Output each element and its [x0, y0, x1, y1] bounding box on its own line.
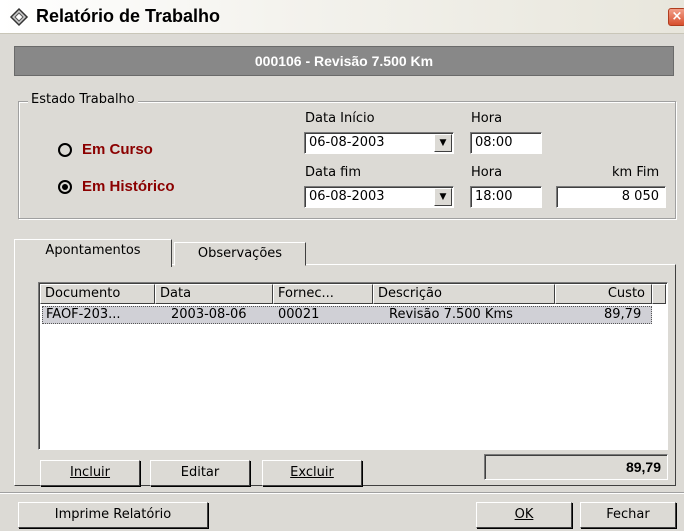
- data-fim-combo[interactable]: 06-08-2003: [304, 186, 454, 208]
- radio-em-curso-label[interactable]: Em Curso: [82, 141, 153, 158]
- window-title: Relatório de Trabalho: [36, 6, 221, 26]
- table-row[interactable]: [42, 306, 652, 324]
- cell-data: 2003-08-06: [171, 307, 247, 322]
- column-header-filler: [652, 284, 666, 304]
- column-header-data[interactable]: Data: [155, 284, 273, 304]
- group-legend: Estado Trabalho: [28, 92, 138, 107]
- column-header-descricao[interactable]: Descrição: [373, 284, 555, 304]
- close-button[interactable]: ×: [668, 8, 684, 26]
- ok-button[interactable]: OK: [476, 502, 572, 528]
- chevron-down-icon[interactable]: ▼: [434, 188, 452, 206]
- cell-documento: FAOF-203...: [46, 307, 121, 322]
- radio-em-historico-label[interactable]: Em Histórico: [82, 178, 175, 195]
- hora-fim-label: Hora: [471, 165, 503, 180]
- hora-inicio-input[interactable]: 08:00: [470, 132, 542, 154]
- chevron-down-icon[interactable]: ▼: [434, 134, 452, 152]
- fechar-button[interactable]: Fechar: [580, 502, 676, 528]
- cell-descricao: Revisão 7.500 Kms: [389, 307, 513, 322]
- km-fim-input[interactable]: 8 050: [556, 186, 666, 208]
- data-inicio-label: Data Início: [305, 111, 375, 126]
- radio-em-curso[interactable]: [58, 143, 72, 157]
- data-inicio-combo[interactable]: 06-08-2003: [304, 132, 454, 154]
- wrench-icon: [9, 7, 29, 27]
- data-fim-label: Data fim: [305, 165, 362, 180]
- incluir-button[interactable]: Incluir: [40, 460, 140, 486]
- incluir-label: Incluir: [69, 465, 111, 480]
- report-header: 000106 - Revisão 7.500 Km: [14, 46, 674, 76]
- hora-fim-input[interactable]: 18:00: [470, 186, 542, 208]
- ok-label: OK: [514, 507, 534, 522]
- imprime-relatorio-button[interactable]: Imprime Relatório: [18, 502, 208, 528]
- total-custo: 89,79: [484, 454, 668, 480]
- excluir-label: Excluir: [290, 465, 334, 480]
- radio-em-historico[interactable]: [58, 180, 72, 194]
- editar-label: Editar: [180, 465, 220, 480]
- column-header-fornecedor[interactable]: Fornec...: [273, 284, 373, 304]
- column-header-documento[interactable]: Documento: [40, 284, 155, 304]
- excluir-button[interactable]: Excluir: [262, 460, 362, 486]
- cell-custo: 89,79: [604, 307, 642, 322]
- cell-fornecedor: 00021: [278, 307, 320, 322]
- footer-separator: [0, 492, 684, 494]
- tab-apontamentos[interactable]: Apontamentos: [14, 239, 172, 267]
- tab-observacoes[interactable]: Observações: [174, 242, 306, 266]
- km-fim-label: km Fim: [612, 165, 660, 180]
- column-header-custo[interactable]: Custo: [555, 284, 652, 304]
- editar-button[interactable]: Editar: [150, 460, 250, 486]
- hora-inicio-label: Hora: [471, 111, 503, 126]
